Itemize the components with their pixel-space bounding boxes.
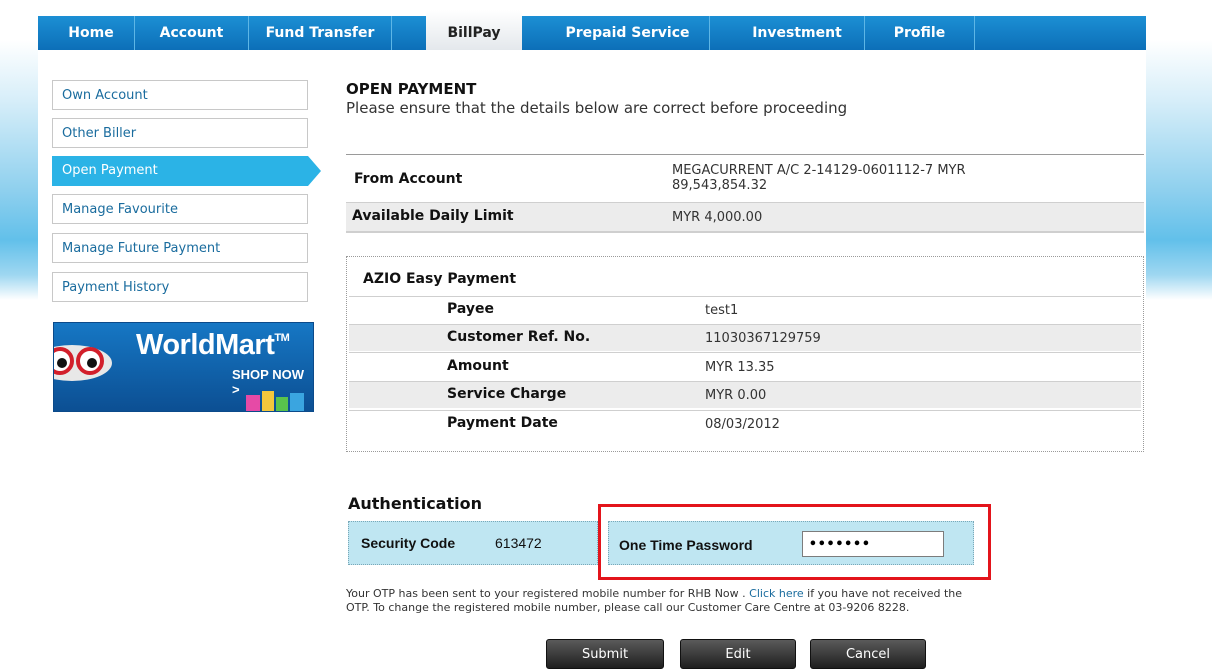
from-account-line2: 89,543,854.32 <box>672 178 768 193</box>
sidebar-item-manage-favourite[interactable]: Manage Favourite <box>52 194 308 224</box>
top-nav: Home Account Fund Transfer BillPay Prepa… <box>38 10 1146 50</box>
authentication-heading: Authentication <box>348 494 482 513</box>
page-frame: Home Account Fund Transfer BillPay Prepa… <box>38 10 1146 669</box>
edit-button[interactable]: Edit <box>680 639 796 669</box>
amount-label: Amount <box>447 358 509 374</box>
security-code-label: Security Code <box>361 535 456 551</box>
tab-account[interactable]: Account <box>135 16 249 50</box>
page-subtitle: Please ensure that the details below are… <box>346 99 848 117</box>
worldmart-banner[interactable]: WorldMartTM SHOP NOW > <box>53 322 314 412</box>
daily-limit-label: Available Daily Limit <box>352 208 514 224</box>
page-title: OPEN PAYMENT <box>346 80 477 98</box>
tab-investment[interactable]: Investment <box>730 16 865 50</box>
sidebar-item-own-account[interactable]: Own Account <box>52 80 308 110</box>
sidebar-item-other-biller[interactable]: Other Biller <box>52 118 308 148</box>
shopping-bags-icon <box>246 391 304 411</box>
payment-date-value: 08/03/2012 <box>705 417 780 432</box>
customer-ref-label: Customer Ref. No. <box>447 329 591 345</box>
payee-value: test1 <box>705 303 739 318</box>
biller-name: AZIO Easy Payment <box>363 271 517 287</box>
submit-button[interactable]: Submit <box>546 639 664 669</box>
payee-label: Payee <box>447 301 495 317</box>
divider <box>346 232 1144 233</box>
customer-ref-value: 11030367129759 <box>705 331 821 346</box>
tab-billpay[interactable]: BillPay <box>426 10 522 50</box>
service-charge-label: Service Charge <box>447 386 567 402</box>
note-text: Your OTP has been sent to your registere… <box>346 587 750 600</box>
banner-brand: WorldMartTM <box>136 329 290 361</box>
biller-details-box: AZIO Easy Payment Payee test1 Customer R… <box>346 256 1144 452</box>
sidebar-item-label: Open Payment <box>62 163 158 178</box>
daily-limit-value: MYR 4,000.00 <box>672 210 763 225</box>
note-text-line2: OTP. To change the registered mobile num… <box>346 601 910 614</box>
tab-fund-transfer[interactable]: Fund Transfer <box>249 16 392 50</box>
from-account-line1: MEGACURRENT A/C 2-14129-0601112-7 MYR <box>672 163 966 178</box>
amount-value: MYR 13.35 <box>705 360 775 375</box>
security-code-value: 613472 <box>495 535 542 551</box>
otp-note: Your OTP has been sent to your registere… <box>346 587 1146 615</box>
from-account-value: MEGACURRENT A/C 2-14129-0601112-7 MYR 89… <box>672 163 966 193</box>
security-code-cell: Security Code 613472 <box>348 521 598 565</box>
click-here-link[interactable]: Click here <box>749 587 804 600</box>
divider <box>346 154 1144 155</box>
mascot-glasses-icon <box>54 345 112 381</box>
highlight-box <box>598 504 991 580</box>
tab-profile[interactable]: Profile <box>865 16 975 50</box>
service-charge-value: MYR 0.00 <box>705 388 767 403</box>
from-account-label: From Account <box>354 171 463 187</box>
sidebar-active-arrow <box>308 156 321 186</box>
cancel-button[interactable]: Cancel <box>810 639 926 669</box>
note-text: if you have not received the <box>803 587 963 600</box>
tab-home[interactable]: Home <box>48 16 135 50</box>
sidebar-item-manage-future-payment[interactable]: Manage Future Payment <box>52 233 308 263</box>
sidebar-item-payment-history[interactable]: Payment History <box>52 272 308 302</box>
payment-date-label: Payment Date <box>447 415 558 431</box>
sidebar-item-open-payment[interactable]: Open Payment <box>52 156 308 186</box>
tab-prepaid-service[interactable]: Prepaid Service <box>546 16 710 50</box>
